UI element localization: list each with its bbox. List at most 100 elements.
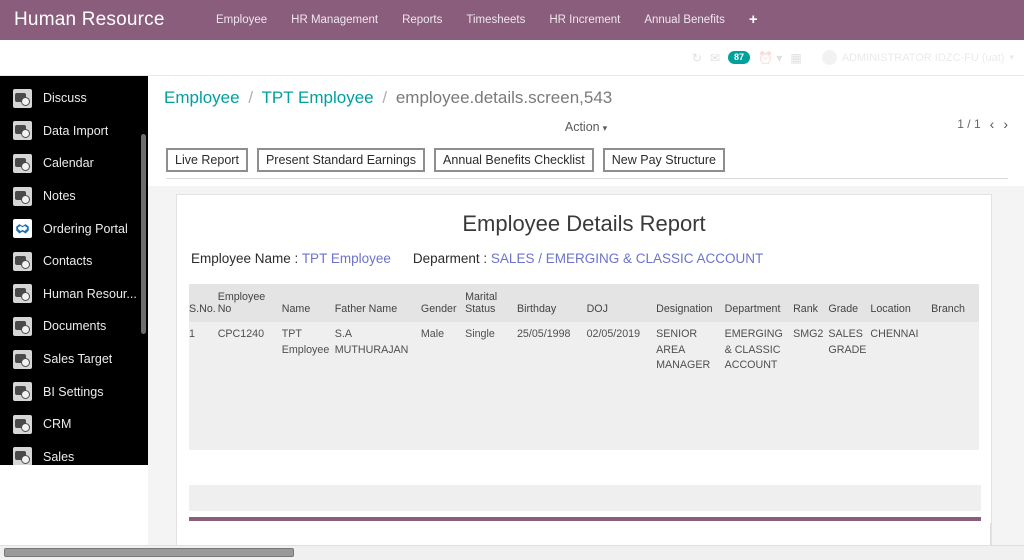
cell-department: EMERGING & CLASSIC ACCOUNT	[724, 322, 794, 450]
sidebar-scrollbar[interactable]	[141, 134, 146, 334]
employee-name-label: Employee Name :	[191, 251, 299, 266]
annual-benefits-checklist-button[interactable]: Annual Benefits Checklist	[434, 148, 594, 172]
pager-next-button[interactable]: ›	[1003, 116, 1008, 132]
add-menu-plus-icon[interactable]: +	[737, 0, 770, 40]
app-icon	[13, 251, 32, 271]
sidebar-item-notes[interactable]: Notes	[0, 180, 148, 213]
app-icon	[13, 447, 32, 465]
sidebar-item-sales-target[interactable]: Sales Target	[0, 343, 148, 376]
breadcrumb-root[interactable]: Employee	[164, 88, 240, 107]
message-count-badge: 87	[728, 51, 751, 64]
col-header-name: Name	[281, 284, 335, 322]
top-menu-item-hr-management[interactable]: HR Management	[279, 0, 390, 40]
report-sheet-container: Employee Details Report Employee Name : …	[148, 186, 1024, 560]
action-label: Action	[564, 120, 600, 134]
sidebar-item-label: Data Import	[43, 123, 109, 138]
sidebar-item-label: Discuss	[43, 91, 87, 106]
control-panel-row: Action ▾ 1 / 1 ‹ ›	[164, 116, 1008, 138]
breadcrumb-parent[interactable]: TPT Employee	[262, 88, 374, 107]
sidebar-scroll-area: Discuss Data Import Calendar Notes Order…	[0, 76, 148, 465]
app-icon	[13, 186, 32, 206]
col-header-father-name: Father Name	[334, 284, 421, 322]
sidebar-item-label: Contacts	[43, 254, 93, 269]
col-header-grade: Grade	[828, 284, 871, 322]
col-header-location: Location	[870, 284, 932, 322]
refresh-icon[interactable]: ↻	[692, 51, 702, 65]
app-icon	[13, 382, 32, 402]
cell-birthday: 25/05/1998	[516, 322, 587, 450]
top-menu-item-employee[interactable]: Employee	[204, 0, 279, 40]
cell-designation: SENIOR AREA MANAGER	[656, 322, 725, 450]
employee-name-value: TPT Employee	[301, 251, 391, 266]
chevron-down-icon: ▾	[602, 123, 608, 133]
app-icon	[13, 284, 32, 304]
activities-icon[interactable]: ⏰ ▾	[758, 51, 782, 65]
department-value: SALES / EMERGING & CLASSIC ACCOUNT	[490, 251, 764, 266]
top-menu-item-reports[interactable]: Reports	[390, 0, 454, 40]
report-accent-rule	[189, 517, 981, 521]
sidebar-item-ordering-portal[interactable]: Ordering Portal	[0, 212, 148, 245]
sidebar-item-calendar[interactable]: Calendar	[0, 147, 148, 180]
live-report-button[interactable]: Live Report	[166, 148, 248, 172]
user-menu[interactable]: ADMINISTRATOR IDZC-FU (uat) ▾	[821, 50, 1014, 65]
user-name-label: ADMINISTRATOR IDZC-FU (uat)	[841, 51, 1005, 64]
left-sidebar: Discuss Data Import Calendar Notes Order…	[0, 76, 148, 465]
sidebar-item-label: Documents	[43, 319, 107, 334]
sidebar-item-discuss[interactable]: Discuss	[0, 82, 148, 115]
report-table-scroll[interactable]: S.No. Employee No Name Father Name Gende…	[189, 284, 979, 450]
pager: 1 / 1 ‹ ›	[957, 116, 1008, 132]
col-header-birthday: Birthday	[516, 284, 587, 322]
report-button-bar: Live Report Present Standard Earnings An…	[166, 148, 1008, 179]
table-body: 1 CPC1240 TPT Employee S.A MUTHURAJAN Ma…	[189, 322, 979, 450]
breadcrumb-separator: /	[382, 88, 388, 107]
breadcrumb: Employee / TPT Employee / employee.detai…	[164, 88, 1008, 108]
sidebar-item-label: Human Resour...	[43, 286, 137, 301]
chevron-down-icon: ▾	[1009, 52, 1014, 62]
pager-prev-button[interactable]: ‹	[990, 116, 995, 132]
page-horizontal-scrollbar[interactable]	[4, 548, 294, 557]
cell-doj: 02/05/2019	[586, 322, 657, 450]
app-icon	[13, 349, 32, 369]
col-header-department: Department	[724, 284, 794, 322]
sidebar-item-bi-settings[interactable]: BI Settings	[0, 375, 148, 408]
table-row[interactable]: 1 CPC1240 TPT Employee S.A MUTHURAJAN Ma…	[189, 322, 979, 450]
col-header-doj: DOJ	[586, 284, 657, 322]
control-panel: Employee / TPT Employee / employee.detai…	[148, 76, 1024, 179]
cell-grade: SALES GRADE	[828, 322, 871, 450]
top-menu-item-hr-increment[interactable]: HR Increment	[537, 0, 632, 40]
sidebar-item-data-import[interactable]: Data Import	[0, 115, 148, 148]
sidebar-item-sales[interactable]: Sales	[0, 441, 148, 465]
present-standard-earnings-button[interactable]: Present Standard Earnings	[256, 148, 426, 172]
breadcrumb-separator: /	[248, 88, 254, 107]
sidebar-item-label: CRM	[43, 417, 72, 432]
col-header-gender: Gender	[420, 284, 466, 322]
sidebar-item-documents[interactable]: Documents	[0, 310, 148, 343]
cell-location: CHENNAI	[870, 322, 932, 450]
apps-grid-icon[interactable]: ▦	[790, 51, 801, 65]
sidebar-item-human-resources[interactable]: Human Resour...	[0, 278, 148, 311]
sidebar-item-crm[interactable]: CRM	[0, 408, 148, 441]
department-field: Deparment : SALES / EMERGING & CLASSIC A…	[413, 251, 763, 266]
handshake-icon	[13, 219, 32, 239]
action-dropdown[interactable]: Action ▾	[565, 120, 607, 134]
report-sheet: Employee Details Report Employee Name : …	[176, 194, 992, 546]
top-menu-item-timesheets[interactable]: Timesheets	[454, 0, 537, 40]
pager-counter: 1 / 1	[957, 117, 981, 131]
cell-gender: Male	[420, 322, 466, 450]
col-header-sno: S.No.	[189, 284, 218, 322]
sidebar-item-contacts[interactable]: Contacts	[0, 245, 148, 278]
app-brand-title: Human Resource	[14, 9, 165, 30]
page-scrollbar-track	[0, 545, 1024, 560]
messages-icon[interactable]: ✉	[710, 51, 720, 65]
app-icon	[13, 121, 32, 141]
app-icon	[13, 88, 32, 108]
department-label: Deparment :	[412, 251, 488, 266]
sidebar-item-label: Sales Target	[43, 352, 113, 367]
col-header-rank: Rank	[793, 284, 829, 322]
app-icon	[13, 153, 32, 173]
top-menu-item-annual-benefits[interactable]: Annual Benefits	[632, 0, 737, 40]
new-pay-structure-button[interactable]: New Pay Structure	[602, 148, 725, 172]
avatar	[821, 50, 837, 65]
cell-marital-status: Single	[465, 322, 517, 450]
col-header-employee-no: Employee No	[217, 284, 282, 322]
